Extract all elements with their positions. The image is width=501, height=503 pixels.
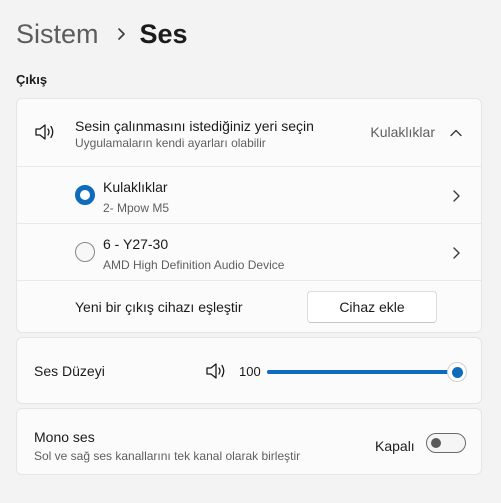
radio-button-unselected[interactable] [75,242,95,262]
volume-label: Ses Düzeyi [34,363,105,379]
toggle-knob [431,438,441,448]
radio-button-selected[interactable] [75,185,95,205]
mono-audio-subtitle: Sol ve sağ ses kanallarını tek kanal ola… [34,449,301,463]
output-card: Sesin çalınmasını istediğiniz yeri seçin… [16,98,482,333]
output-selector-header[interactable]: Sesin çalınmasını istediğiniz yeri seçin… [17,99,481,166]
add-device-button[interactable]: Cihaz ekle [307,291,437,323]
output-selector-title: Sesin çalınmasını istediğiniz yeri seçin [75,118,314,134]
volume-card: Ses Düzeyi 100 [16,337,482,404]
output-selector-subtitle: Uygulamaların kendi ayarları olabilir [75,136,266,150]
pair-device-label: Yeni bir çıkış cihazı eşleştir [75,299,243,315]
device-row-headphones[interactable]: Kulaklıklar 2- Mpow M5 [17,167,481,224]
pair-device-row: Yeni bir çıkış cihazı eşleştir Cihaz ekl… [17,281,481,333]
mono-audio-card: Mono ses Sol ve sağ ses kanallarını tek … [16,408,482,475]
breadcrumb-parent-link[interactable]: Sistem [16,19,99,50]
chevron-right-icon[interactable] [452,246,461,265]
page-title: Ses [139,18,188,49]
mono-audio-title: Mono ses [34,429,95,445]
device-name: Kulaklıklar [103,179,168,195]
device-name: 6 - Y27-30 [103,236,169,252]
selected-output-value: Kulaklıklar [370,124,435,140]
chevron-up-icon[interactable] [449,125,463,143]
volume-value: 100 [239,364,261,379]
device-row-monitor[interactable]: 6 - Y27-30 AMD High Definition Audio Dev… [17,224,481,281]
volume-slider[interactable] [267,362,467,382]
speaker-icon [34,123,56,146]
chevron-right-icon [117,27,126,41]
slider-fill [267,370,457,374]
speaker-icon[interactable] [205,362,227,385]
chevron-right-icon[interactable] [452,189,461,208]
section-label-output: Çıkış [16,72,48,87]
settings-page: Sistem Ses Çıkış Sesin çalınmasını isted… [0,0,501,503]
breadcrumb: Sistem Ses [16,16,188,52]
toggle-state-label: Kapalı [375,438,415,454]
mono-audio-toggle[interactable] [426,433,466,453]
device-detail: AMD High Definition Audio Device [103,258,285,272]
device-detail: 2- Mpow M5 [103,201,170,215]
slider-thumb[interactable] [447,362,467,382]
